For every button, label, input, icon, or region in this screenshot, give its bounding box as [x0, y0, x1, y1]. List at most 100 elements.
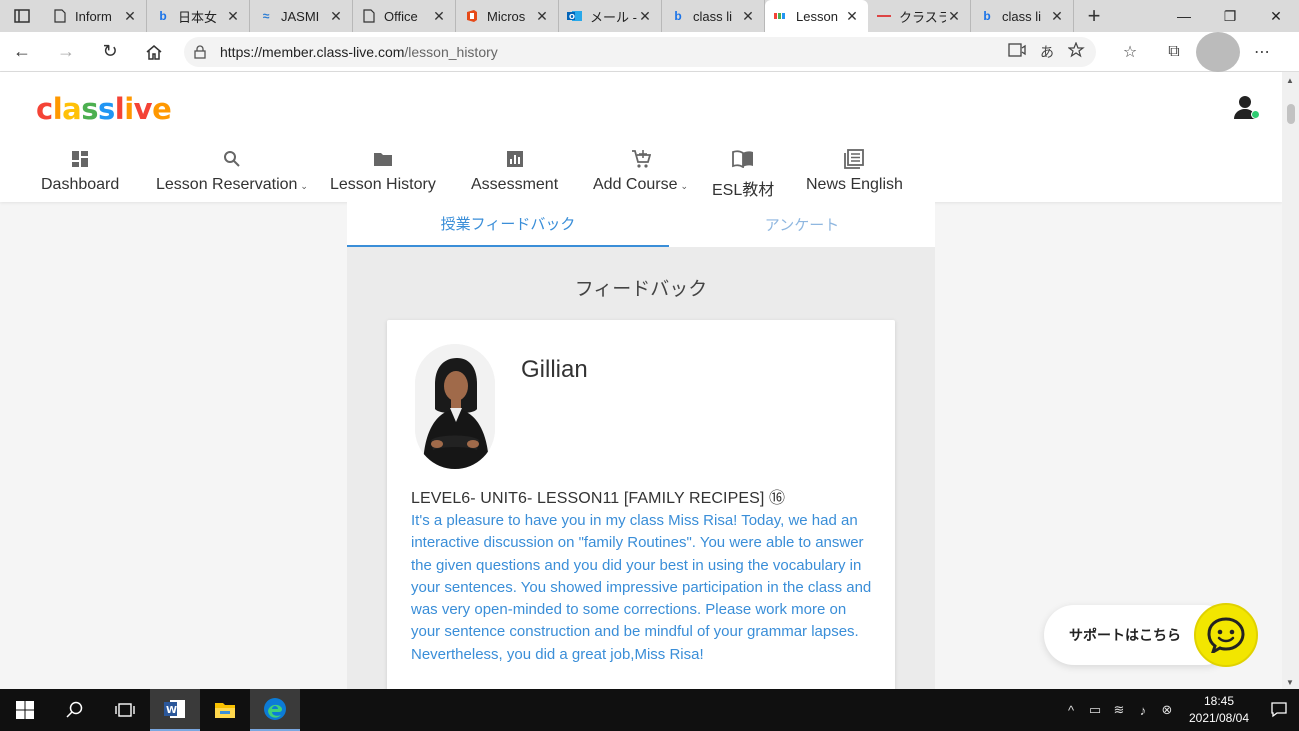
bing-icon: b — [674, 9, 682, 23]
windows-icon — [16, 701, 34, 719]
scroll-up-icon[interactable]: ▲ — [1286, 76, 1294, 85]
forward-button[interactable]: → — [44, 32, 88, 72]
close-window-icon[interactable]: ✕ — [1253, 0, 1299, 32]
browser-tab[interactable]: O メール - ✕ — [559, 0, 662, 32]
favorite-add-icon[interactable] — [1068, 41, 1086, 58]
close-tab-icon[interactable]: ✕ — [431, 8, 447, 25]
support-label: サポートはこちら — [1069, 628, 1181, 644]
menu-label: Lesson History — [330, 176, 436, 193]
svg-text:W: W — [166, 705, 177, 716]
page-scrollbar[interactable]: ▲ ▼ — [1282, 72, 1299, 689]
browser-tab[interactable]: b class li ✕ — [662, 0, 765, 32]
menu-item-news-english[interactable]: News English — [806, 148, 903, 194]
home-button[interactable] — [132, 32, 176, 72]
classlive-icon — [773, 8, 789, 24]
profile-avatar — [1196, 31, 1240, 72]
windows-taskbar: W ^ ▭ ≋ ♪ ⊗ 18:45 2021/08/04 — [0, 689, 1299, 731]
tab-survey[interactable]: アンケート — [669, 202, 935, 247]
scroll-thumb[interactable] — [1287, 104, 1295, 124]
chevron-down-icon: ⌄ — [300, 181, 308, 191]
refresh-button[interactable]: ↻ — [88, 32, 132, 72]
browser-tab[interactable]: b 日本女 ✕ — [147, 0, 250, 32]
minimize-icon[interactable]: — — [1161, 0, 1207, 32]
wifi-icon[interactable]: ≋ — [1107, 702, 1131, 718]
favorites-icon[interactable]: ☆ — [1108, 32, 1152, 72]
close-tab-icon[interactable]: ✕ — [844, 8, 860, 25]
clock[interactable]: 18:45 2021/08/04 — [1179, 693, 1259, 727]
bar-chart-icon — [506, 148, 524, 170]
close-tab-icon[interactable]: ✕ — [1049, 8, 1065, 25]
restore-icon[interactable]: ❐ — [1207, 0, 1253, 32]
chevron-up-icon[interactable]: ^ — [1059, 703, 1083, 718]
url-input[interactable]: https://member.class-live.com/lesson_his… — [184, 36, 1096, 67]
close-tab-icon[interactable]: ✕ — [328, 8, 344, 25]
address-bar-row: ← → ↻ https://member.class-live.com/less… — [0, 31, 1299, 72]
tab-title: class li — [1002, 8, 1042, 24]
browser-tab[interactable]: クラスラ ✕ — [868, 0, 971, 32]
lock-icon — [194, 44, 206, 59]
task-view-icon — [115, 703, 135, 717]
start-button[interactable] — [0, 689, 50, 731]
lesson-title: LEVEL6- UNIT6- LESSON11 [FAMILY RECIPES]… — [411, 490, 786, 507]
refresh-icon: ↻ — [102, 41, 118, 61]
translate-icon[interactable]: あ — [1040, 42, 1054, 62]
close-tab-icon[interactable]: ✕ — [122, 8, 138, 25]
plus-icon: + — [1087, 3, 1101, 28]
close-tab-icon[interactable]: ✕ — [740, 8, 756, 25]
battery-icon[interactable]: ▭ — [1083, 702, 1107, 718]
more-menu-icon[interactable]: ⋯ — [1240, 32, 1284, 72]
error-icon[interactable]: ⊗ — [1155, 702, 1179, 718]
volume-icon[interactable]: ♪ — [1131, 703, 1155, 718]
taskbar-word[interactable]: W — [150, 689, 200, 731]
profile-button[interactable] — [1196, 31, 1240, 72]
browser-tab[interactable]: Micros ✕ — [456, 0, 559, 32]
folder-icon — [215, 703, 235, 718]
close-tab-icon[interactable]: ✕ — [946, 8, 962, 25]
classlive-logo[interactable]: classlive — [36, 92, 172, 126]
svg-text:O: O — [569, 13, 575, 21]
feedback-text: It's a pleasure to have you in my class … — [411, 512, 872, 663]
support-chat-button[interactable] — [1194, 603, 1258, 667]
online-status-dot — [1251, 110, 1260, 119]
home-icon — [146, 44, 162, 60]
system-tray: ^ ▭ ≋ ♪ ⊗ 18:45 2021/08/04 — [1059, 689, 1299, 731]
section-title: フィードバック — [574, 278, 708, 300]
bing-icon: b — [983, 9, 991, 23]
menu-item-esl-materials[interactable]: ESL教材 — [712, 148, 774, 200]
taskbar-edge[interactable] — [250, 689, 300, 731]
taskbar-file-explorer[interactable] — [200, 689, 250, 731]
menu-item-lesson-reservation[interactable]: Lesson Reservation ⌄ — [156, 148, 308, 194]
search-button[interactable] — [50, 689, 100, 731]
chevron-down-icon: ⌄ — [680, 181, 689, 191]
scroll-down-icon[interactable]: ▼ — [1286, 678, 1294, 687]
notification-button[interactable] — [1259, 702, 1299, 718]
menu-item-lesson-history[interactable]: Lesson History — [330, 148, 436, 194]
menu-item-assessment[interactable]: Assessment — [471, 148, 558, 194]
new-tab-button[interactable]: + — [1074, 0, 1114, 32]
task-view-button[interactable] — [100, 689, 150, 731]
close-tab-icon[interactable]: ✕ — [225, 8, 241, 25]
close-tab-icon[interactable]: ✕ — [534, 8, 550, 25]
browser-tab[interactable]: Office ✕ — [353, 0, 456, 32]
reader-mode-icon[interactable] — [1008, 42, 1026, 58]
arrow-right-icon: → — [57, 41, 75, 61]
word-icon: W — [164, 700, 185, 718]
search-icon — [223, 148, 241, 170]
browser-tab[interactable]: ≈ JASMI ✕ — [250, 0, 353, 32]
browser-tab[interactable]: b class li ✕ — [971, 0, 1074, 32]
close-tab-icon[interactable]: ✕ — [637, 8, 653, 25]
menu-item-add-course[interactable]: Add Course ⌄ — [593, 148, 688, 194]
menu-label: News English — [806, 176, 903, 193]
back-button[interactable]: ← — [0, 32, 44, 72]
feedback-card: Gillian LEVEL6- UNIT6- LESSON11 [FAMILY … — [387, 320, 895, 700]
menu-item-dashboard[interactable]: Dashboard — [41, 148, 119, 194]
tab-title: Lesson — [796, 8, 838, 24]
dashboard-icon — [71, 148, 89, 170]
tab-actions-button[interactable] — [0, 0, 44, 32]
browser-tab-active[interactable]: Lesson ✕ — [765, 0, 868, 32]
collections-icon[interactable]: ⧉ — [1152, 32, 1196, 72]
page-icon — [52, 8, 68, 24]
site-icon — [876, 8, 892, 24]
tab-lesson-feedback[interactable]: 授業フィードバック — [347, 202, 669, 247]
browser-tab[interactable]: Inform ✕ — [44, 0, 147, 32]
